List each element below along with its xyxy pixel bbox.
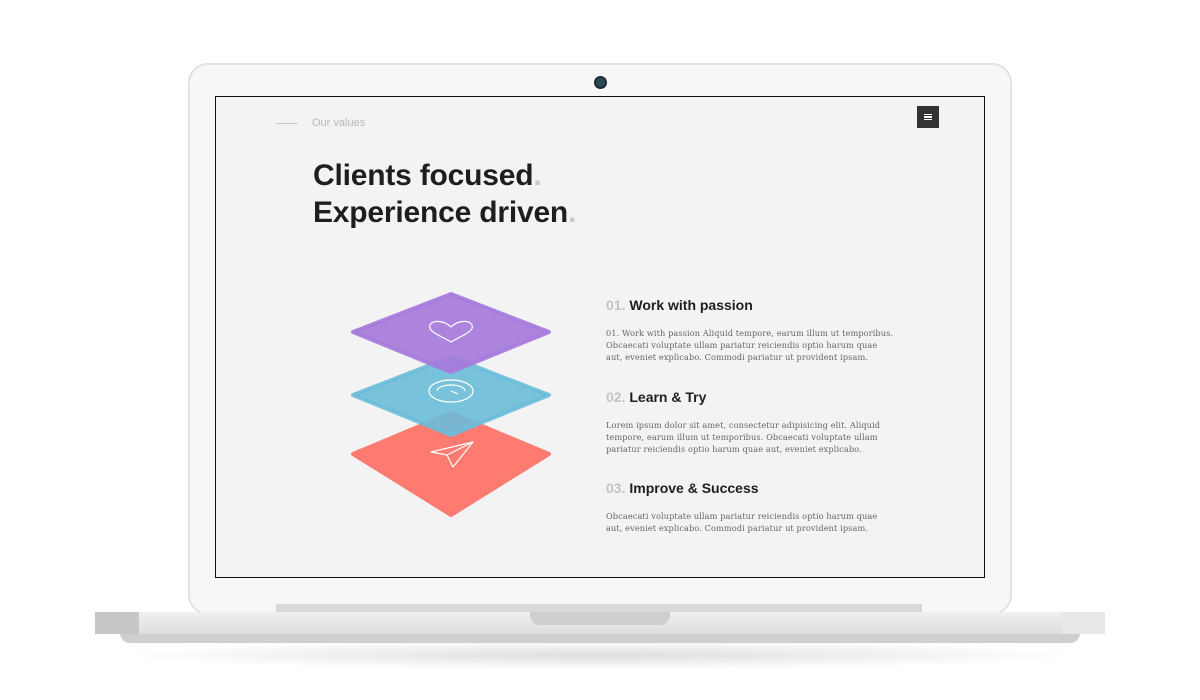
- values-list: 01. Work with passion 01. Work with pass…: [606, 297, 896, 560]
- section-label: Our values: [276, 117, 365, 129]
- laptop-base-right: [1062, 612, 1105, 634]
- value-item: 02. Learn & Try Lorem ipsum dolor sit am…: [606, 389, 896, 456]
- headline-dot-2: .: [568, 196, 577, 229]
- menu-button[interactable]: [917, 106, 939, 128]
- headline-line-1: Clients focused: [313, 159, 534, 192]
- value-item: 01. Work with passion 01. Work with pass…: [606, 297, 896, 364]
- headline-line-2: Experience driven: [313, 196, 569, 229]
- value-item: 03. Improve & Success Obcaecati voluptat…: [606, 480, 896, 534]
- value-description: 01. Work with passion Aliquid tempore, e…: [606, 328, 894, 363]
- laptop-hinge: [276, 604, 922, 612]
- laptop-shadow: [110, 640, 1090, 670]
- hamburger-menu-icon: [924, 113, 932, 121]
- value-number: 03.: [606, 480, 626, 497]
- value-description: Lorem ipsum dolor sit amet, consectetur …: [606, 419, 881, 455]
- value-title: 02. Learn & Try: [606, 389, 896, 405]
- laptop-foot: [120, 633, 1080, 643]
- headline-dot-1: .: [533, 159, 542, 192]
- section-line: [276, 122, 298, 124]
- value-title-text: Work with passion: [629, 297, 753, 313]
- section-label-text: Our values: [312, 117, 366, 129]
- value-number: 02.: [606, 388, 626, 405]
- value-title: 03. Improve & Success: [606, 480, 896, 496]
- laptop-notch: [530, 612, 670, 625]
- laptop-screen: Our values Clients focused. Experience d…: [215, 96, 985, 578]
- page-title: Clients focused. Experience driven.: [313, 157, 576, 231]
- laptop-base-left: [95, 612, 139, 634]
- webcam: [596, 78, 605, 87]
- value-description: Obcaecati voluptate ullam pariatur reici…: [606, 511, 878, 534]
- value-title: 01. Work with passion: [606, 297, 896, 313]
- value-title-text: Learn & Try: [629, 388, 707, 405]
- value-number: 01.: [606, 297, 626, 313]
- value-title-text: Improve & Success: [629, 480, 759, 497]
- stacked-layers-illustration: [351, 292, 551, 517]
- purple-layer: [351, 292, 551, 374]
